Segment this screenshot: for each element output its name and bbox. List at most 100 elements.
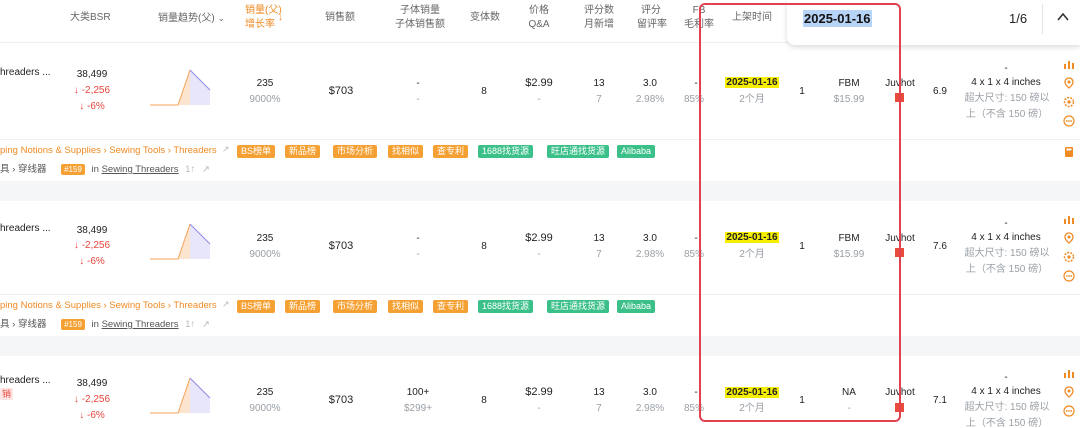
rating-count: 13 (593, 233, 605, 244)
bsr-change-pct: ↓ -6% (79, 410, 105, 421)
external-link-icon[interactable]: ↗ (222, 144, 230, 155)
category-breadcrumb[interactable]: ping Notions & Supplies › Sewing Tools ›… (0, 299, 217, 312)
gear-icon[interactable] (1063, 250, 1075, 263)
divider (1042, 4, 1043, 34)
rating-score: 3.0 (643, 387, 657, 398)
rating-count: 13 (593, 78, 605, 89)
qa-count: - (537, 249, 541, 260)
tag-button[interactable]: 查专利 (433, 145, 469, 158)
row-spacer (0, 336, 1080, 356)
size-tier-note: 上（不含 150 磅） (965, 418, 1049, 428)
header-child[interactable]: 子体销量 子体销售额 (395, 4, 445, 32)
tag-button[interactable]: BS榜单 (237, 300, 276, 313)
tag-button[interactable]: 旺店通找货源 (547, 300, 610, 313)
divider (0, 139, 1080, 140)
tag-button[interactable]: 1688找货源 (478, 145, 534, 158)
sales-trend-sparkline[interactable] (150, 222, 212, 260)
review-rate: 2.98% (635, 403, 665, 414)
revenue-value: $703 (328, 85, 354, 97)
bar-chart-icon[interactable] (1063, 212, 1075, 224)
size-tier: 超大尺寸: 150 磅以 (964, 93, 1050, 104)
gear-icon[interactable] (1063, 95, 1075, 108)
price-value: $2.99 (525, 386, 553, 398)
header-reviews-new-label: 月新增 (584, 19, 614, 30)
sales-trend-sparkline[interactable] (150, 68, 212, 106)
bar-chart-icon[interactable] (1063, 366, 1075, 378)
sales-value: 235 (256, 387, 274, 398)
revenue-value: $703 (328, 394, 354, 406)
tag-button[interactable]: 查专利 (433, 300, 469, 313)
rank-category-link[interactable]: Sewing Threaders (102, 164, 179, 175)
header-price[interactable]: 价格 Q&A (525, 4, 553, 32)
tag-button[interactable]: BS榜单 (237, 145, 276, 158)
sales-trend-sparkline[interactable] (150, 376, 212, 414)
rating-score: 3.0 (643, 78, 657, 89)
bsr-value: 38,499 (76, 378, 108, 389)
header-bsr[interactable]: 大类BSR (70, 11, 111, 25)
rank-in-label: in (91, 164, 99, 175)
more-icon[interactable] (1063, 114, 1075, 127)
ratings-new: 7 (596, 94, 602, 105)
tag-button[interactable]: 找相似 (388, 145, 424, 158)
ratings-new: 7 (596, 403, 602, 414)
tag-button[interactable]: 新品榜 (285, 145, 321, 158)
divider (0, 294, 1080, 295)
share-icon[interactable]: ↗ (202, 319, 210, 330)
chevron-up-icon[interactable] (1055, 9, 1071, 25)
header-revenue[interactable]: 销售额 (325, 11, 355, 25)
header-trend[interactable]: 销量趋势(父) ⌄ (158, 11, 225, 26)
category-breadcrumb[interactable]: ping Notions & Supplies › Sewing Tools ›… (0, 144, 217, 157)
tag-button[interactable]: 旺店通找货源 (547, 145, 610, 158)
rank-category-link[interactable]: Sewing Threaders (102, 319, 179, 330)
more-icon[interactable] (1063, 269, 1075, 282)
revenue-value: $703 (328, 240, 354, 252)
location-pin-icon[interactable] (1063, 231, 1075, 244)
bsr-change: ↓ -2,256 (73, 394, 111, 405)
listing-score: 7.1 (933, 395, 947, 406)
sub-category[interactable]: 具 › 穿线器 (0, 164, 46, 175)
child-revenue: - (416, 94, 420, 105)
calculator-icon[interactable] (1063, 145, 1075, 157)
product-title[interactable]: hreaders ... (0, 66, 51, 79)
header-rating-label: 评分 (641, 5, 661, 16)
header-reviews[interactable]: 评分数 月新增 (584, 4, 614, 32)
external-link-icon[interactable]: ↗ (222, 299, 230, 310)
sub-category-row: 具 › 穿线器 #159 in Sewing Threaders 1↑ ↗ (0, 318, 210, 331)
tag-button[interactable]: 新品榜 (285, 300, 321, 313)
more-icon[interactable] (1063, 404, 1075, 417)
tag-button[interactable]: 市场分析 (333, 300, 378, 313)
listing-score: 7.6 (933, 241, 947, 252)
tag-button[interactable]: 1688找货源 (478, 300, 534, 313)
chevron-down-icon: ⌄ (217, 13, 225, 23)
bar-chart-icon[interactable] (1063, 57, 1075, 69)
product-title[interactable]: hreaders ... (0, 222, 51, 235)
rank-badge: #159 (61, 164, 85, 175)
sales-value: 235 (256, 233, 274, 244)
tag-button[interactable]: Alibaba (617, 300, 656, 313)
dimensions-dash: - (1004, 372, 1008, 383)
location-pin-icon[interactable] (1063, 76, 1075, 89)
growth-rate: 9000% (249, 249, 281, 260)
rank-trend: 1↑ (185, 319, 196, 330)
listing-score: 6.9 (933, 86, 947, 97)
header-reviews-label: 评分数 (584, 5, 614, 16)
header-price-label: 价格 (529, 5, 549, 16)
header-rating[interactable]: 评分 留评率 (637, 4, 667, 32)
size-tier-note: 上（不含 150 磅） (965, 109, 1049, 120)
dimensions-dash: - (1004, 63, 1008, 74)
sub-category[interactable]: 具 › 穿线器 (0, 319, 46, 330)
header-variants[interactable]: 变体数 (470, 11, 500, 25)
tag-button[interactable]: 找相似 (388, 300, 424, 313)
location-pin-icon[interactable] (1063, 385, 1075, 398)
sort-arrow-icon: ↓ (278, 12, 283, 23)
child-revenue: - (416, 249, 420, 260)
tag-button[interactable]: Alibaba (617, 145, 656, 158)
tag-button[interactable]: 市场分析 (333, 145, 378, 158)
ratings-new: 7 (596, 249, 602, 260)
price-value: $2.99 (525, 232, 553, 244)
size-tier: 超大尺寸: 150 磅以 (964, 402, 1050, 413)
header-review-rate-label: 留评率 (637, 19, 667, 30)
product-title[interactable]: hreaders ... (0, 374, 51, 387)
share-icon[interactable]: ↗ (202, 164, 210, 175)
child-revenue: $299+ (403, 403, 433, 414)
